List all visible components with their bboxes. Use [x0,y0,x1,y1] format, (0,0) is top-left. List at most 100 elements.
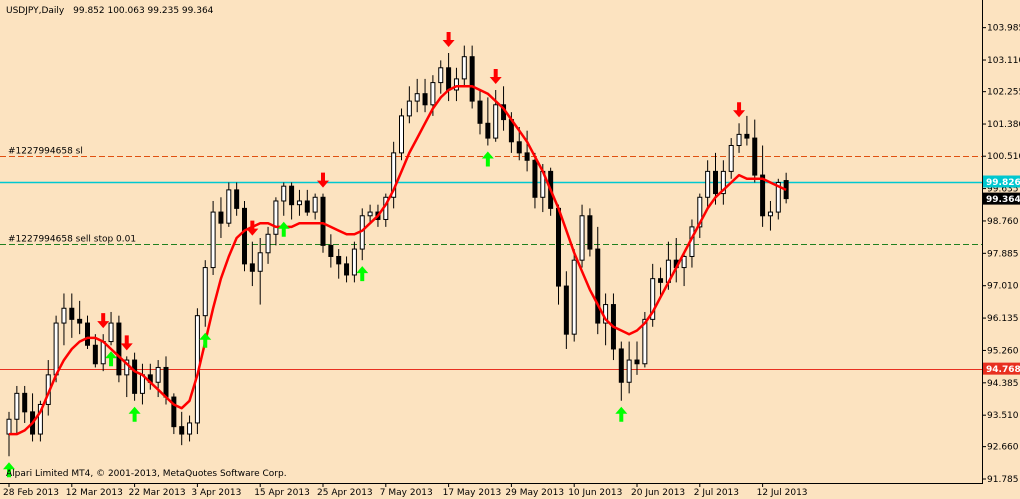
bull-candle [493,104,499,139]
price-tag-red: 94.768 [986,365,1020,375]
price-tick-label: 92.660 [987,443,1019,453]
symbol-label: USDJPY,Daily [6,6,65,16]
bull-candle [210,211,216,269]
bull-candle [6,418,12,435]
bear-candle [760,174,766,217]
bull-candle [226,189,232,224]
time-tick-label: 12 Mar 2013 [66,488,123,498]
chart-background [0,0,1020,499]
bear-candle [242,207,247,265]
bear-candle [485,122,491,139]
bull-candle [100,341,106,365]
bear-candle [618,348,624,383]
bear-candle [22,392,28,413]
bear-candle [563,285,569,335]
bull-candle [461,56,467,80]
bull-candle [155,366,161,383]
bear-candle [163,366,169,398]
hline-label-order: #1227994658 sell stop 0.01 [8,235,136,245]
price-tick-label: 102.255 [987,88,1020,98]
bull-candle [626,359,632,383]
price-tick-label: 97.010 [987,282,1019,292]
bull-candle [705,170,711,198]
bear-candle [179,426,185,435]
price-axis: 103.985103.110102.255101.380100.51099.63… [982,24,1020,485]
bull-candle [367,211,373,217]
bear-candle [587,215,593,250]
bull-candle [430,82,436,106]
bull-candle [351,248,357,276]
bull-candle [108,322,114,343]
bear-candle [320,196,326,246]
bear-candle [234,189,240,209]
price-chart[interactable]: #1227994658 sl #1227994658 sell stop 0.01… [0,0,1020,499]
bull-candle [406,100,412,117]
time-tick-label: 3 Apr 2013 [191,488,241,498]
bear-candle [304,200,310,213]
price-tick-label: 93.510 [987,411,1019,421]
time-tick-label: 29 May 2013 [505,488,564,498]
time-tick-label: 28 Feb 2013 [3,488,59,498]
bear-candle [595,248,601,324]
ohlc-values: 99.852 100.063 99.235 99.364 [73,6,214,16]
bull-candle [736,133,742,146]
price-tick-label: 95.260 [987,346,1019,356]
bear-candle [524,152,530,161]
last-price-tag: 99.364 [986,195,1020,205]
time-tick-label: 7 May 2013 [380,488,433,498]
bear-candle [634,359,640,365]
price-tick-label: 91.785 [987,475,1019,485]
bull-candle [453,78,459,91]
time-tick-label: 2 Jul 2013 [694,488,739,498]
chart-header: USDJPY,Daily 99.852 100.063 99.235 99.36… [6,6,214,16]
bear-candle [477,100,483,124]
time-tick-label: 12 Jul 2013 [757,488,808,498]
bull-candle [61,307,67,324]
bear-candle [328,244,334,257]
bear-candle [132,359,138,394]
bear-candle [556,207,561,287]
bull-candle [312,196,318,213]
price-tick-label: 101.380 [987,120,1020,130]
bull-candle [202,267,208,317]
time-tick-label: 25 Apr 2013 [317,488,373,498]
price-tick-label: 103.985 [987,24,1020,34]
bull-candle [257,252,263,272]
bear-candle [469,56,475,102]
time-tick-label: 17 May 2013 [443,488,502,498]
price-tick-label: 100.510 [987,152,1020,162]
time-tick-label: 15 Apr 2013 [254,488,310,498]
bull-candle [414,93,420,102]
bear-candle [516,141,522,154]
bull-candle [273,200,279,235]
bull-candle [296,200,302,206]
bear-candle [92,344,98,365]
time-tick-label: 22 Mar 2013 [129,488,186,498]
bear-candle [713,170,718,195]
bear-candle [336,255,342,265]
bear-candle [77,318,83,324]
bear-candle [658,278,664,283]
bull-candle [767,211,773,217]
bear-candle [344,263,350,276]
bear-candle [249,263,255,272]
copyright-footer: Alpari Limited MT4, © 2001-2013, MetaQuo… [6,469,287,479]
bear-candle [289,185,295,206]
price-tick-label: 98.760 [987,217,1019,227]
bear-candle [69,307,75,320]
bull-candle [579,215,585,261]
bull-candle [281,185,287,202]
hline-label-sl: #1227994658 sl [8,147,83,157]
bull-candle [728,144,734,172]
bear-candle [752,137,758,176]
bull-candle [53,322,59,376]
bear-candle [171,396,177,428]
time-tick-label: 20 Jun 2013 [631,488,685,498]
bear-candle [532,159,538,198]
bull-candle [14,392,20,420]
bear-candle [422,93,428,106]
bear-candle [446,67,452,91]
bull-candle [399,115,404,154]
price-tick-label: 97.885 [987,249,1019,259]
bear-candle [85,322,90,346]
